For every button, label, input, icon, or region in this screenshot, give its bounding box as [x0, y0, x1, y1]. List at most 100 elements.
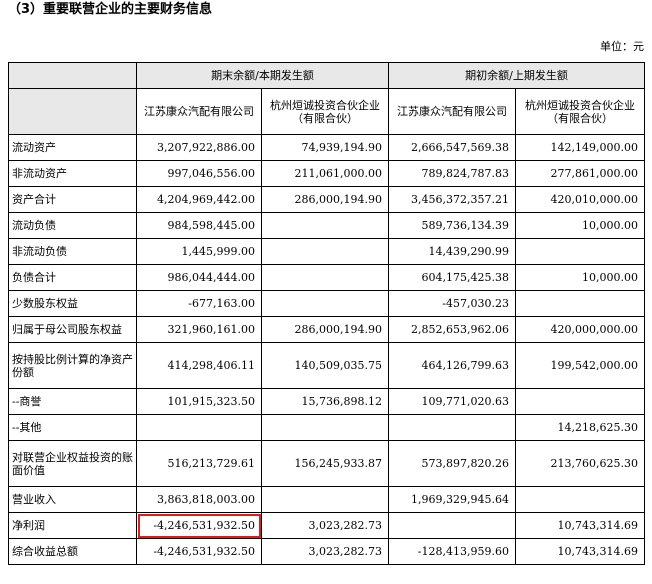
value-cell: 15,736,898.12 [261, 388, 389, 415]
value-cell: 199,542,000.00 [515, 342, 645, 389]
value-cell: 156,245,933.87 [261, 440, 389, 487]
table-row: 流动资产 3,207,922,886.00 74,939,194.90 2,66… [8, 134, 645, 161]
value-cell: 414,298,406.11 [136, 342, 262, 389]
value-cell [261, 414, 389, 441]
row-label: 综合收益总额 [8, 538, 137, 565]
value-cell: 4,204,969,442.00 [136, 186, 262, 213]
value-cell: 789,824,787.83 [388, 160, 516, 187]
value-cell: 2,666,547,569.38 [388, 134, 516, 161]
value-cell [261, 290, 389, 317]
table-row: 净利润 -4,246,531,932.50 3,023,282.73 10,74… [8, 512, 645, 539]
table-row: 少数股东权益 -677,163.00 -457,030.23 [8, 290, 645, 317]
header-company-b-current: 杭州烜诚投资合伙企业 （有限合伙） [261, 88, 389, 135]
row-label: 净利润 [8, 512, 137, 539]
value-cell: 1,969,329,945.64 [388, 486, 516, 513]
value-cell: 1,445,999.00 [136, 238, 262, 265]
financial-info-table: 期末余额/本期发生额 期初余额/上期发生额 江苏康众汽配有限公司 杭州烜诚投资合… [8, 62, 645, 565]
value-cell: 986,044,444.00 [136, 264, 262, 291]
value-cell: 286,000,194.90 [261, 186, 389, 213]
table-row: 综合收益总额 -4,246,531,932.50 3,023,282.73 -1… [8, 538, 645, 565]
row-label: 流动负债 [8, 212, 137, 239]
value-cell: 3,207,922,886.00 [136, 134, 262, 161]
value-cell: 213,760,625.30 [515, 440, 645, 487]
value-cell [388, 414, 516, 441]
value-cell: 140,509,035.75 [261, 342, 389, 389]
header-company-a-current: 江苏康众汽配有限公司 [136, 88, 262, 135]
row-label: --其他 [8, 414, 137, 441]
value-cell: 420,000,000.00 [515, 316, 645, 343]
table-row: 营业收入 3,863,818,003.00 1,969,329,945.64 [8, 486, 645, 513]
value-cell: 10,743,314.69 [515, 512, 645, 539]
section-heading: （3）重要联营企业的主要财务信息 [8, 2, 213, 17]
value-cell: 10,000.00 [515, 264, 645, 291]
value-cell: 2,852,653,962.06 [388, 316, 516, 343]
header-company-a-prior: 江苏康众汽配有限公司 [388, 88, 516, 135]
value-cell: -457,030.23 [388, 290, 516, 317]
table-row: 非流动负债 1,445,999.00 14,439,290.99 [8, 238, 645, 265]
value-cell [515, 388, 645, 415]
value-cell [261, 212, 389, 239]
table-row: --商誉 101,915,323.50 15,736,898.12 109,77… [8, 388, 645, 415]
table-row: 归属于母公司股东权益 321,960,161.00 286,000,194.90… [8, 316, 645, 343]
value-cell: 3,023,282.73 [261, 512, 389, 539]
table-row: 流动负债 984,598,445.00 589,736,134.39 10,00… [8, 212, 645, 239]
header-period-prior: 期初余额/上期发生额 [388, 62, 645, 89]
value-cell: 604,175,425.38 [388, 264, 516, 291]
value-cell: 277,861,000.00 [515, 160, 645, 187]
company-b-name-line1: 杭州烜诚投资合伙企业 [270, 98, 380, 112]
header-period-current: 期末余额/本期发生额 [136, 62, 389, 89]
table-row: 非流动资产 997,046,556.00 211,061,000.00 789,… [8, 160, 645, 187]
value-cell: 211,061,000.00 [261, 160, 389, 187]
value-cell [261, 264, 389, 291]
value-cell: -128,413,959.60 [388, 538, 516, 565]
table-row: --其他 14,218,625.30 [8, 414, 645, 441]
row-label: 对联营企业权益投资的账面价值 [8, 440, 137, 487]
row-label: 少数股东权益 [8, 290, 137, 317]
row-label: 非流动资产 [8, 160, 137, 187]
value-cell: 420,010,000.00 [515, 186, 645, 213]
value-cell: -4,246,531,932.50 [136, 538, 262, 565]
row-label: 归属于母公司股东权益 [8, 316, 137, 343]
value-cell: 464,126,799.63 [388, 342, 516, 389]
value-cell: 14,218,625.30 [515, 414, 645, 441]
table-row: 负债合计 986,044,444.00 604,175,425.38 10,00… [8, 264, 645, 291]
row-label: 非流动负债 [8, 238, 137, 265]
header-blank-cell [8, 88, 137, 135]
value-cell [515, 486, 645, 513]
row-label: 资产合计 [8, 186, 137, 213]
row-label: 负债合计 [8, 264, 137, 291]
highlighted-value-cell: -4,246,531,932.50 [136, 512, 262, 539]
value-cell: 3,023,282.73 [261, 538, 389, 565]
company-b-name-line1: 杭州烜诚投资合伙企业 [525, 98, 635, 112]
value-cell: 997,046,556.00 [136, 160, 262, 187]
value-cell [515, 238, 645, 265]
table-row: 对联营企业权益投资的账面价值 516,213,729.61 156,245,93… [8, 440, 645, 487]
table-row: 资产合计 4,204,969,442.00 286,000,194.90 3,4… [8, 186, 645, 213]
value-cell [261, 486, 389, 513]
value-cell: 109,771,020.63 [388, 388, 516, 415]
value-cell [261, 238, 389, 265]
value-cell [388, 512, 516, 539]
header-company-b-prior: 杭州烜诚投资合伙企业 （有限合伙） [515, 88, 645, 135]
value-cell [515, 290, 645, 317]
value-cell: 142,149,000.00 [515, 134, 645, 161]
row-label: 按持股比例计算的净资产份额 [8, 342, 137, 389]
table-row: 按持股比例计算的净资产份额 414,298,406.11 140,509,035… [8, 342, 645, 389]
company-b-name-line2: （有限合伙） [547, 111, 613, 125]
value-cell: 3,456,372,357.21 [388, 186, 516, 213]
value-cell: 3,863,818,003.00 [136, 486, 262, 513]
header-blank-cell [8, 62, 137, 89]
value-cell: 984,598,445.00 [136, 212, 262, 239]
value-cell: 10,000.00 [515, 212, 645, 239]
value-cell: 573,897,820.26 [388, 440, 516, 487]
unit-label: 单位：元 [600, 40, 644, 53]
value-cell: 14,439,290.99 [388, 238, 516, 265]
value-cell: -677,163.00 [136, 290, 262, 317]
value-cell: 516,213,729.61 [136, 440, 262, 487]
value-cell [136, 414, 262, 441]
row-label: 营业收入 [8, 486, 137, 513]
row-label: --商誉 [8, 388, 137, 415]
company-b-name-line2: （有限合伙） [292, 111, 358, 125]
value-cell: 74,939,194.90 [261, 134, 389, 161]
value-cell: 589,736,134.39 [388, 212, 516, 239]
